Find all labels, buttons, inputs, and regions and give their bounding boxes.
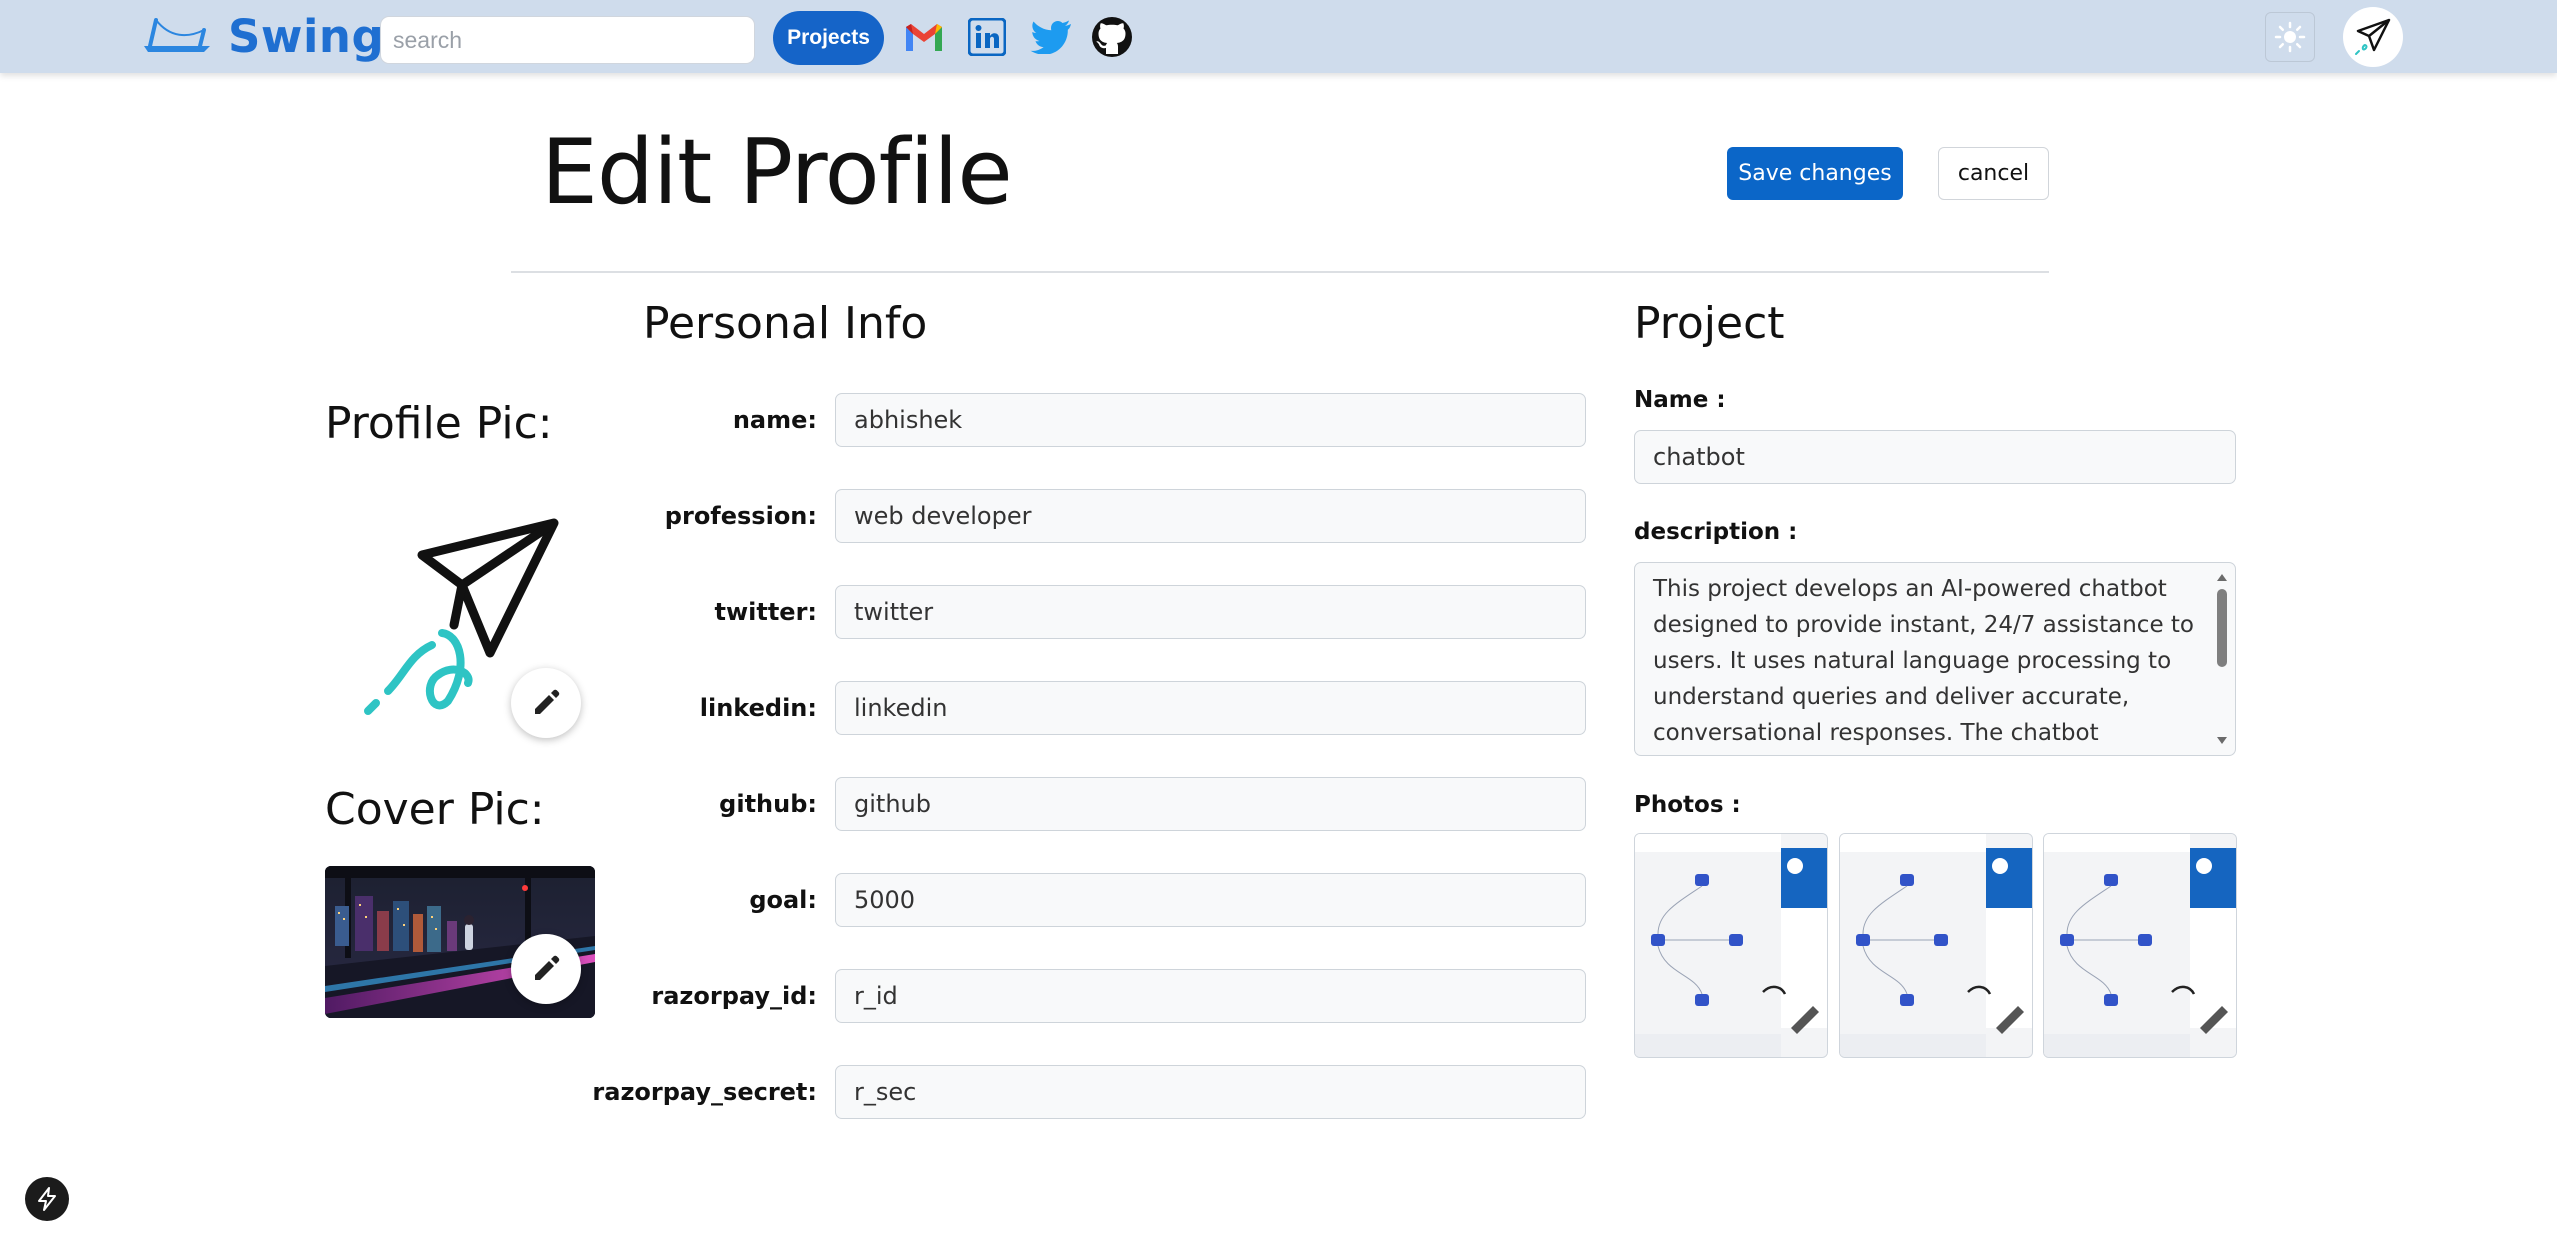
profession-field[interactable] bbox=[835, 489, 1586, 543]
linkedin-label: linkedin: bbox=[699, 694, 817, 722]
cancel-button[interactable]: cancel bbox=[1938, 147, 2049, 200]
linkedin-link[interactable] bbox=[966, 16, 1008, 58]
photos-label: Photos : bbox=[1634, 792, 1741, 818]
project-photo-3[interactable] bbox=[2043, 833, 2237, 1058]
razorpay-id-field[interactable] bbox=[835, 969, 1586, 1023]
edit-cover-pic-button[interactable] bbox=[511, 934, 581, 1004]
project-description-text: This project develops an AI-powered chat… bbox=[1653, 576, 2195, 746]
github-icon bbox=[1092, 17, 1132, 57]
name-field[interactable] bbox=[835, 393, 1586, 447]
project-name-label: Name : bbox=[1634, 387, 1726, 413]
profession-label: profession: bbox=[664, 502, 817, 530]
name-label: name: bbox=[732, 406, 817, 434]
paper-plane-icon bbox=[2355, 18, 2391, 55]
goal-label: goal: bbox=[749, 886, 817, 914]
save-button[interactable]: Save changes bbox=[1727, 147, 1903, 200]
project-description-label: description : bbox=[1634, 519, 1798, 545]
workflow-screenshot bbox=[2044, 834, 2236, 1057]
razorpay-secret-field[interactable] bbox=[835, 1065, 1586, 1119]
swing-logo-icon bbox=[144, 18, 210, 52]
brand-name: Swing bbox=[228, 9, 385, 63]
projects-button[interactable]: Projects bbox=[773, 11, 884, 65]
workflow-screenshot bbox=[1840, 834, 2032, 1057]
razorpay-id-label: razorpay_id: bbox=[651, 982, 817, 1010]
dev-tools-badge[interactable] bbox=[25, 1177, 69, 1221]
gmail-link[interactable] bbox=[903, 16, 945, 58]
project-name-field[interactable] bbox=[1634, 430, 2236, 484]
search-input[interactable] bbox=[380, 16, 755, 64]
project-description-field[interactable]: This project develops an AI-powered chat… bbox=[1634, 562, 2236, 756]
github-link[interactable] bbox=[1091, 16, 1133, 58]
razorpay-secret-label: razorpay_secret: bbox=[592, 1078, 817, 1106]
avatar[interactable] bbox=[2343, 7, 2403, 67]
navbar: Swing Projects bbox=[0, 0, 2557, 73]
linkedin-field[interactable] bbox=[835, 681, 1586, 735]
personal-info-heading: Personal Info bbox=[643, 298, 928, 349]
project-photo-1[interactable] bbox=[1634, 833, 1828, 1058]
scrollbar[interactable] bbox=[2215, 571, 2229, 747]
github-field[interactable] bbox=[835, 777, 1586, 831]
project-photo-2[interactable] bbox=[1839, 833, 2033, 1058]
edit-profile-pic-button[interactable] bbox=[511, 668, 581, 738]
twitter-link[interactable] bbox=[1030, 16, 1072, 58]
linkedin-icon bbox=[968, 18, 1006, 56]
cover-pic-heading: Cover Pic: bbox=[325, 784, 545, 835]
pencil-icon bbox=[535, 955, 560, 980]
twitter-field[interactable] bbox=[835, 585, 1586, 639]
sun-icon bbox=[2274, 21, 2306, 53]
goal-field[interactable] bbox=[835, 873, 1586, 927]
page-title: Edit Profile bbox=[541, 120, 1013, 225]
pencil-icon bbox=[535, 689, 560, 714]
workflow-screenshot bbox=[1635, 834, 1827, 1057]
lightning-icon bbox=[38, 1187, 56, 1211]
github-label: github: bbox=[719, 790, 817, 818]
gmail-icon bbox=[906, 24, 942, 51]
twitter-label: twitter: bbox=[714, 598, 817, 626]
theme-toggle-button[interactable] bbox=[2265, 12, 2315, 62]
project-heading: Project bbox=[1634, 298, 1785, 349]
brand[interactable]: Swing bbox=[140, 8, 384, 64]
divider bbox=[511, 271, 2049, 273]
twitter-icon bbox=[1030, 20, 1071, 54]
profile-pic-heading: Profile Pic: bbox=[325, 398, 553, 449]
